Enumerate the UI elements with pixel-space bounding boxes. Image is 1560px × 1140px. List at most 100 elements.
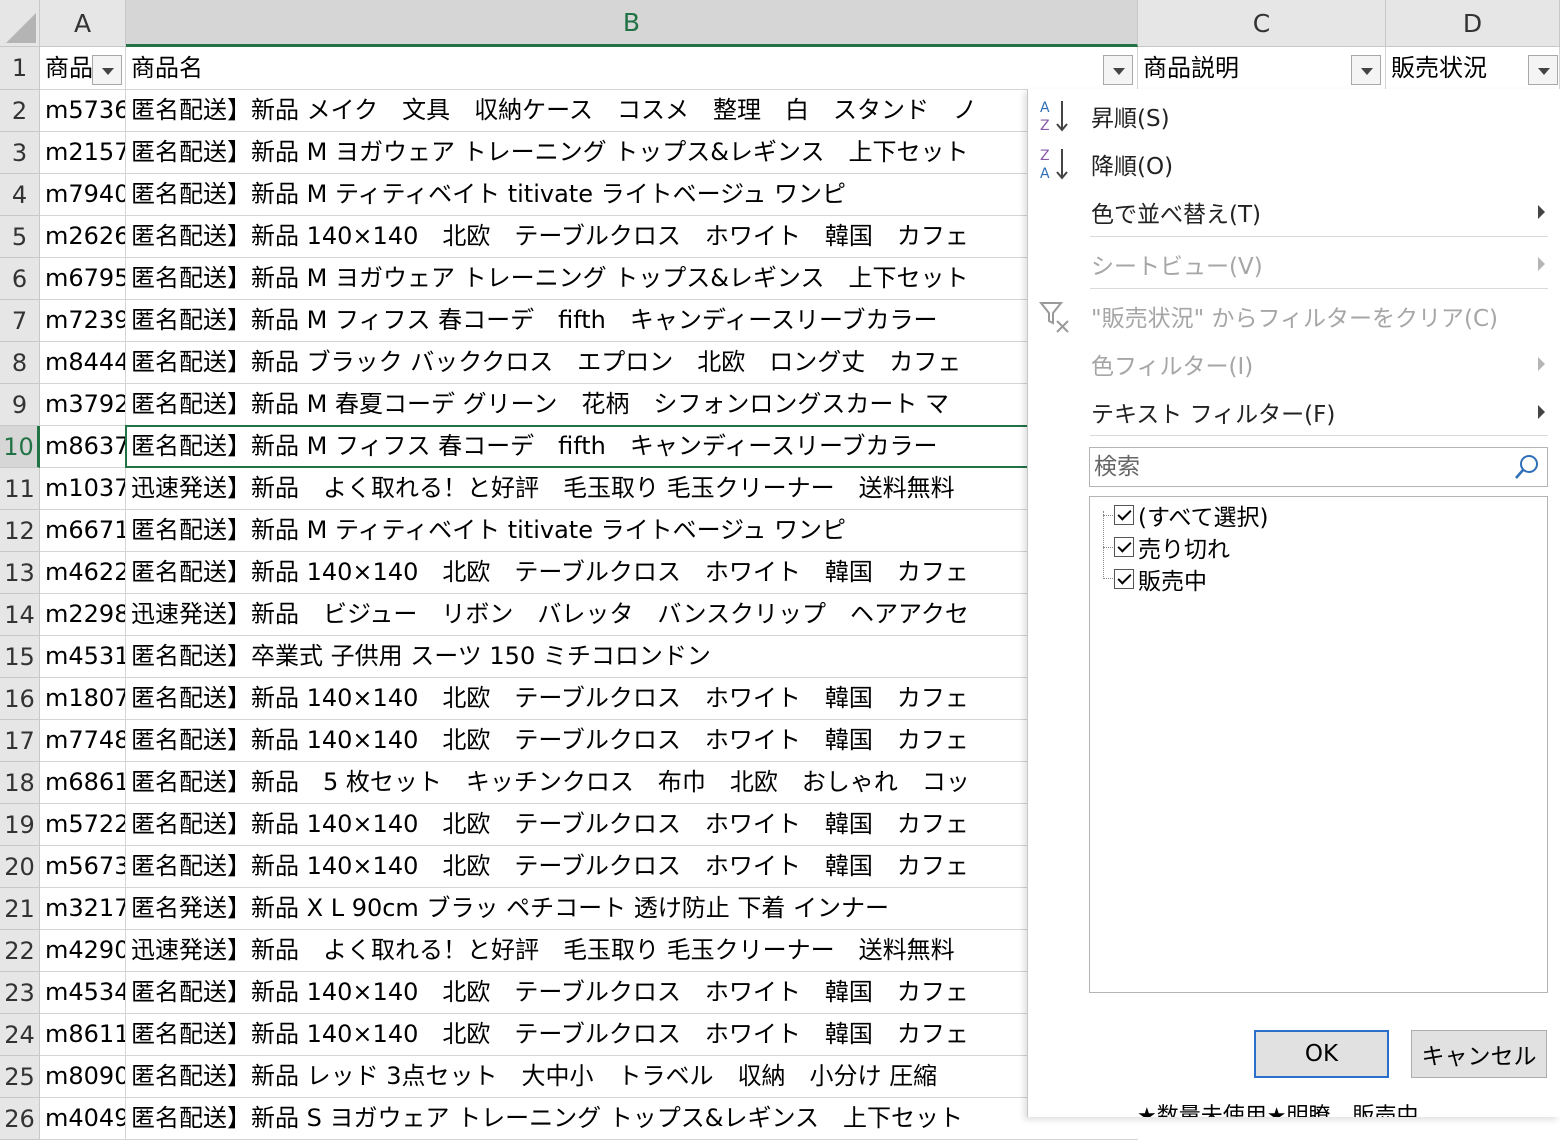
cell-product-name[interactable]: 匿名配送】新品 S ヨガウェア トレーニング トップス&レギンス 上下セット — [126, 1098, 1138, 1140]
cell-product-id[interactable]: m8637 — [40, 426, 126, 468]
checkbox-checked[interactable] — [1114, 537, 1134, 557]
filter-dropdown-button-b[interactable] — [1103, 55, 1133, 85]
row-header[interactable]: 25 — [0, 1056, 40, 1098]
cell-product-name[interactable]: 匿名配送】新品 M ヨガウェア トレーニング トップス&レギンス 上下セット — [126, 132, 1138, 174]
column-header-d[interactable]: D — [1386, 0, 1560, 47]
cell-product-name[interactable]: 匿名発送】新品 X L 90cm ブラッ ペチコート 透け防止 下着 インナー — [126, 888, 1138, 930]
menu-text-filter[interactable]: テキスト フィルター(F) — [1028, 389, 1560, 435]
cell-product-id[interactable]: m4531 — [40, 636, 126, 678]
row-header[interactable]: 3 — [0, 132, 40, 174]
cell-product-name[interactable]: 匿名配送】新品 レッド 3点セット 大中小 トラベル 収納 小分け 圧縮 — [126, 1056, 1138, 1098]
cell-product-id[interactable]: m1807 — [40, 678, 126, 720]
menu-sort-by-color[interactable]: 色で並べ替え(T) — [1028, 189, 1560, 235]
cell-product-id[interactable]: m2298 — [40, 594, 126, 636]
row-header[interactable]: 14 — [0, 594, 40, 636]
cell-product-id[interactable]: m5673 — [40, 846, 126, 888]
cell-product-name[interactable]: 匿名配送】卒業式 子供用 スーツ 150 ミチコロンドン — [126, 636, 1138, 678]
checkbox-checked[interactable] — [1114, 505, 1134, 525]
header-cell-product-description[interactable]: 商品説明 — [1138, 47, 1386, 90]
row-header[interactable]: 7 — [0, 300, 40, 342]
cell-product-name[interactable]: 匿名配送】新品 140×140 北欧 テーブルクロス ホワイト 韓国 カフェ — [126, 678, 1138, 720]
row-header[interactable]: 8 — [0, 342, 40, 384]
cell-product-name[interactable]: 匿名配送】新品 M ヨガウェア トレーニング トップス&レギンス 上下セット — [126, 258, 1138, 300]
cell-product-id[interactable]: m3792 — [40, 384, 126, 426]
row-header[interactable]: 21 — [0, 888, 40, 930]
menu-sort-descending[interactable]: Z A 降順(O) — [1028, 141, 1560, 187]
row-header[interactable]: 5 — [0, 216, 40, 258]
row-header[interactable]: 11 — [0, 468, 40, 510]
row-header[interactable]: 23 — [0, 972, 40, 1014]
row-header[interactable]: 19 — [0, 804, 40, 846]
row-header[interactable]: 18 — [0, 762, 40, 804]
cell-product-id[interactable]: m6795 — [40, 258, 126, 300]
cell-product-id[interactable]: m4290 — [40, 930, 126, 972]
menu-sort-ascending[interactable]: A Z 昇順(S) — [1028, 93, 1560, 139]
row-header[interactable]: 6 — [0, 258, 40, 300]
cell-product-name[interactable]: 匿名配送】新品 M フィフス 春コーデ fifth キャンディースリーブカラー — [126, 300, 1138, 342]
row-header[interactable]: 10 — [0, 426, 40, 468]
filter-item-on-sale[interactable]: 販売中 — [1114, 564, 1207, 595]
cell-product-name[interactable]: 匿名配送】新品 メイク 文具 収納ケース コスメ 整理 白 スタンド ノ — [126, 90, 1138, 132]
cancel-button[interactable]: キャンセル — [1411, 1030, 1547, 1078]
cell-product-name[interactable]: 匿名配送】新品 5 枚セット キッチンクロス 布巾 北欧 おしゃれ コッ — [126, 762, 1138, 804]
cell-product-name[interactable]: 迅速発送】新品 ビジュー リボン バレッタ バンスクリップ ヘアアクセ — [126, 594, 1138, 636]
filter-item-select-all[interactable]: (すべて選択) — [1114, 500, 1268, 531]
column-header-a[interactable]: A — [40, 0, 126, 47]
row-header[interactable]: 22 — [0, 930, 40, 972]
cell-product-id[interactable]: m7748 — [40, 720, 126, 762]
cell-product-id[interactable]: m8611 — [40, 1014, 126, 1056]
cell-product-id[interactable]: m5736 — [40, 90, 126, 132]
filter-dropdown-button-a[interactable] — [92, 55, 122, 85]
row-header-1[interactable]: 1 — [0, 47, 40, 90]
cell-product-id[interactable]: m8444 — [40, 342, 126, 384]
cell-product-name[interactable]: 匿名配送】新品 140×140 北欧 テーブルクロス ホワイト 韓国 カフェ — [126, 552, 1138, 594]
cell-product-id[interactable]: m8090 — [40, 1056, 126, 1098]
row-header[interactable]: 17 — [0, 720, 40, 762]
cell-product-id[interactable]: m4049 — [40, 1098, 126, 1140]
cell-product-name[interactable]: 匿名配送】新品 M ティティベイト titivate ライトベージュ ワンピ — [126, 174, 1138, 216]
filter-item-sold-out[interactable]: 売り切れ — [1114, 532, 1230, 563]
cell-product-id[interactable]: m6861 — [40, 762, 126, 804]
cell-product-name[interactable]: 匿名配送】新品 140×140 北欧 テーブルクロス ホワイト 韓国 カフェ — [126, 720, 1138, 762]
row-header[interactable]: 12 — [0, 510, 40, 552]
row-header[interactable]: 13 — [0, 552, 40, 594]
filter-dropdown-button-c[interactable] — [1351, 55, 1381, 85]
select-all-corner[interactable] — [0, 0, 40, 47]
cell-product-id[interactable]: m2157 — [40, 132, 126, 174]
cell-product-name[interactable]: 匿名配送】新品 M 春夏コーデ グリーン 花柄 シフォンロングスカート マ — [126, 384, 1138, 426]
cell-product-id[interactable]: m6671 — [40, 510, 126, 552]
cell-product-name[interactable]: 匿名配送】新品 140×140 北欧 テーブルクロス ホワイト 韓国 カフェ — [126, 846, 1138, 888]
ok-button[interactable]: OK — [1254, 1030, 1389, 1078]
checkbox-checked[interactable] — [1114, 569, 1134, 589]
header-cell-product-name[interactable]: 商品名 — [126, 47, 1138, 90]
row-header[interactable]: 15 — [0, 636, 40, 678]
cell-product-id[interactable]: m1037 — [40, 468, 126, 510]
cell-product-name[interactable]: 匿名配送】新品 ブラック バッククロス エプロン 北欧 ロング丈 カフェ — [126, 342, 1138, 384]
cell-product-id[interactable]: m4622 — [40, 552, 126, 594]
cell-product-name[interactable]: 匿名配送】新品 M フィフス 春コーデ fifth キャンディースリーブカラー — [126, 426, 1138, 468]
cell-product-id[interactable]: m4534 — [40, 972, 126, 1014]
cell-product-id[interactable]: m3217 — [40, 888, 126, 930]
cell-product-name[interactable]: 迅速発送】新品 よく取れる！と好評 毛玉取り 毛玉クリーナー 送料無料 — [126, 930, 1138, 972]
row-header[interactable]: 24 — [0, 1014, 40, 1056]
cell-product-name[interactable]: 匿名配送】新品 140×140 北欧 テーブルクロス ホワイト 韓国 カフェ — [126, 972, 1138, 1014]
filter-dropdown-button-d[interactable] — [1528, 55, 1558, 85]
row-header[interactable]: 2 — [0, 90, 40, 132]
row-header[interactable]: 26 — [0, 1098, 40, 1140]
cell-product-name[interactable]: 匿名配送】新品 M ティティベイト titivate ライトベージュ ワンピ — [126, 510, 1138, 552]
cell-product-id[interactable]: m5722 — [40, 804, 126, 846]
cell-product-name[interactable]: 匿名配送】新品 140×140 北欧 テーブルクロス ホワイト 韓国 カフェ — [126, 216, 1138, 258]
cell-product-id[interactable]: m7940 — [40, 174, 126, 216]
filter-values-list[interactable]: (すべて選択) 売り切れ 販売中 — [1089, 496, 1548, 993]
cell-product-name[interactable]: 匿名配送】新品 140×140 北欧 テーブルクロス ホワイト 韓国 カフェ — [126, 1014, 1138, 1056]
column-header-c[interactable]: C — [1138, 0, 1386, 47]
filter-search-input[interactable]: 検索 — [1089, 447, 1548, 487]
row-header[interactable]: 4 — [0, 174, 40, 216]
cell-product-name[interactable]: 匿名配送】新品 140×140 北欧 テーブルクロス ホワイト 韓国 カフェ — [126, 804, 1138, 846]
row-header[interactable]: 16 — [0, 678, 40, 720]
cell-product-id[interactable]: m7239 — [40, 300, 126, 342]
cell-product-id[interactable]: m2626 — [40, 216, 126, 258]
cell-product-name[interactable]: 迅速発送】新品 よく取れる！と好評 毛玉取り 毛玉クリーナー 送料無料 — [126, 468, 1138, 510]
column-header-b[interactable]: B — [126, 0, 1138, 47]
row-header[interactable]: 20 — [0, 846, 40, 888]
